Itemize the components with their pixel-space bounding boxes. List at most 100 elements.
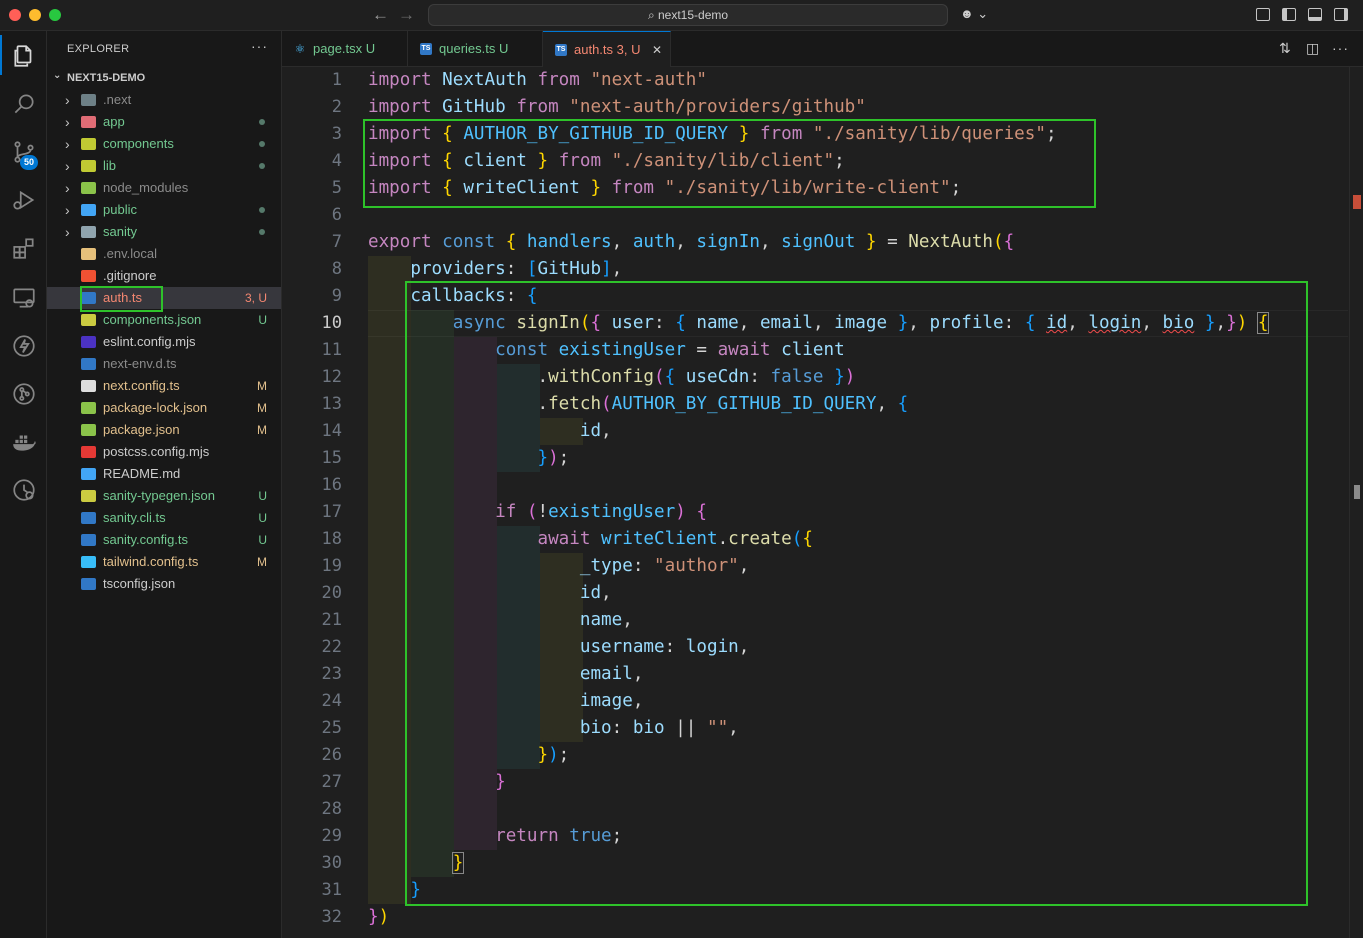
line-number: 9 bbox=[331, 286, 342, 306]
search-icon[interactable] bbox=[0, 83, 47, 123]
tab-label: page.tsx bbox=[313, 41, 363, 56]
command-center-search[interactable]: ⌕ next15-demo bbox=[428, 4, 948, 26]
files-icon[interactable] bbox=[0, 35, 47, 75]
git-status-badge: M bbox=[257, 401, 267, 415]
folder-item[interactable]: › lib bbox=[47, 155, 281, 177]
file-name: tsconfig.json bbox=[103, 576, 176, 591]
file-item[interactable]: sanity-typegen.json U bbox=[47, 485, 281, 507]
file-item[interactable]: components.json U bbox=[47, 309, 281, 331]
line-number: 7 bbox=[331, 232, 342, 252]
tab-page-tsx[interactable]: ⚛ page.tsx U bbox=[282, 31, 408, 67]
more-actions-icon[interactable]: ··· bbox=[1332, 40, 1349, 56]
tab-status: 3, U bbox=[616, 42, 641, 57]
maximize-window-button[interactable] bbox=[49, 9, 61, 21]
file-name: eslint.config.mjs bbox=[103, 334, 196, 349]
file-item[interactable]: sanity.cli.ts U bbox=[47, 507, 281, 529]
chevron-right-icon: › bbox=[65, 158, 70, 174]
error-marker bbox=[1353, 195, 1361, 209]
code-editor[interactable]: 1 2 3 4 5 6 7 8 9 10 11 12 13 14 15 16 17 18 19 20 21 22 23 24 2… bbox=[282, 67, 1363, 938]
git-status-badge: U bbox=[258, 313, 267, 327]
line-number: 1 bbox=[331, 70, 342, 90]
folder-icon bbox=[81, 116, 96, 128]
folder-item[interactable]: › public bbox=[47, 199, 281, 221]
root-folder-label: NEXT15-DEMO bbox=[67, 72, 146, 84]
file-icon bbox=[81, 380, 96, 392]
modified-dot bbox=[259, 207, 265, 213]
file-item[interactable]: package.json M bbox=[47, 419, 281, 441]
folder-icon bbox=[81, 94, 96, 106]
file-item[interactable]: tailwind.config.ts M bbox=[47, 551, 281, 573]
file-icon bbox=[81, 468, 96, 480]
typescript-icon: TS bbox=[420, 43, 432, 55]
file-item[interactable]: eslint.config.mjs bbox=[47, 331, 281, 353]
code-line-7: export const { handlers, auth, signIn, s… bbox=[368, 232, 1015, 252]
split-editor-icon[interactable]: ◫ bbox=[1306, 40, 1319, 57]
folder-icon bbox=[81, 182, 96, 194]
explorer-sidebar: EXPLORER ··· ⌄ NEXT15-DEMO › .next › app › co… bbox=[47, 31, 282, 938]
file-item[interactable]: postcss.config.mjs bbox=[47, 441, 281, 463]
file-item[interactable]: sanity.config.ts U bbox=[47, 529, 281, 551]
root-folder[interactable]: ⌄ NEXT15-DEMO bbox=[47, 67, 281, 89]
folder-icon bbox=[81, 160, 96, 172]
code-line-32: }) bbox=[368, 907, 390, 927]
close-tab-icon[interactable]: ✕ bbox=[652, 32, 662, 68]
folder-item[interactable]: › .next bbox=[47, 89, 281, 111]
chevron-right-icon: › bbox=[65, 114, 70, 130]
tab-queries-ts[interactable]: TS queries.ts U bbox=[408, 31, 543, 67]
line-number: 11 bbox=[321, 340, 342, 360]
file-icon bbox=[81, 336, 96, 348]
file-item[interactable]: .gitignore bbox=[47, 265, 281, 287]
customize-layout-icon[interactable] bbox=[1256, 8, 1270, 21]
folder-item[interactable]: › sanity bbox=[47, 221, 281, 243]
folder-item[interactable]: › app bbox=[47, 111, 281, 133]
git-status-badge: M bbox=[257, 379, 267, 393]
scm-badge: 50 bbox=[20, 155, 38, 170]
folder-item[interactable]: › components bbox=[47, 133, 281, 155]
toggle-panel-icon[interactable] bbox=[1308, 8, 1322, 21]
remote-explorer-icon[interactable] bbox=[0, 277, 47, 317]
back-arrow-icon[interactable]: ← bbox=[372, 5, 389, 25]
file-item[interactable]: next-env.d.ts bbox=[47, 353, 281, 375]
file-item[interactable]: next.config.ts M bbox=[47, 375, 281, 397]
extensions-icon[interactable] bbox=[0, 227, 47, 267]
file-item[interactable]: .env.local bbox=[47, 243, 281, 265]
file-item[interactable]: package-lock.json M bbox=[47, 397, 281, 419]
open-changes-icon[interactable]: ⇅ bbox=[1279, 40, 1291, 57]
modified-dot bbox=[259, 141, 265, 147]
editor-scrollbar[interactable] bbox=[1349, 67, 1363, 938]
file-item[interactable]: README.md bbox=[47, 463, 281, 485]
git-status-badge: U bbox=[258, 511, 267, 525]
minimize-window-button[interactable] bbox=[29, 9, 41, 21]
scroll-thumb[interactable] bbox=[1354, 485, 1360, 499]
run-debug-icon[interactable] bbox=[0, 179, 47, 219]
folder-item[interactable]: › node_modules bbox=[47, 177, 281, 199]
tab-auth-ts[interactable]: TS auth.ts 3, U ✕ bbox=[543, 31, 671, 68]
copilot-icon[interactable]: ☻ ⌄ bbox=[960, 6, 988, 22]
code-line-8: providers: [GitHub], bbox=[410, 259, 623, 279]
line-number: 17 bbox=[321, 502, 342, 522]
file-name: README.md bbox=[103, 466, 181, 481]
toggle-primary-sidebar-icon[interactable] bbox=[1282, 8, 1296, 21]
chevron-right-icon: › bbox=[65, 180, 70, 196]
activity-bar: 50 bbox=[0, 31, 47, 938]
forward-arrow-icon[interactable]: → bbox=[398, 5, 415, 25]
timeline-icon[interactable] bbox=[0, 469, 47, 509]
git-graph-icon[interactable] bbox=[0, 373, 47, 413]
close-window-button[interactable] bbox=[9, 9, 21, 21]
line-number: 16 bbox=[321, 475, 342, 495]
source-control-icon[interactable]: 50 bbox=[0, 131, 47, 171]
file-name: components.json bbox=[103, 312, 202, 327]
modified-dot bbox=[259, 163, 265, 169]
line-number: 2 bbox=[331, 97, 342, 117]
chevron-down-icon: ⌄ bbox=[53, 70, 62, 81]
explorer-more-actions-button[interactable]: ··· bbox=[251, 38, 268, 54]
line-number: 21 bbox=[321, 610, 342, 630]
toggle-secondary-sidebar-icon[interactable] bbox=[1334, 8, 1348, 21]
modified-dot bbox=[259, 229, 265, 235]
line-number: 4 bbox=[331, 151, 342, 171]
line-number: 19 bbox=[321, 556, 342, 576]
line-number: 13 bbox=[321, 394, 342, 414]
lightning-icon[interactable] bbox=[0, 325, 47, 365]
file-item[interactable]: tsconfig.json bbox=[47, 573, 281, 595]
docker-icon[interactable] bbox=[0, 421, 47, 461]
